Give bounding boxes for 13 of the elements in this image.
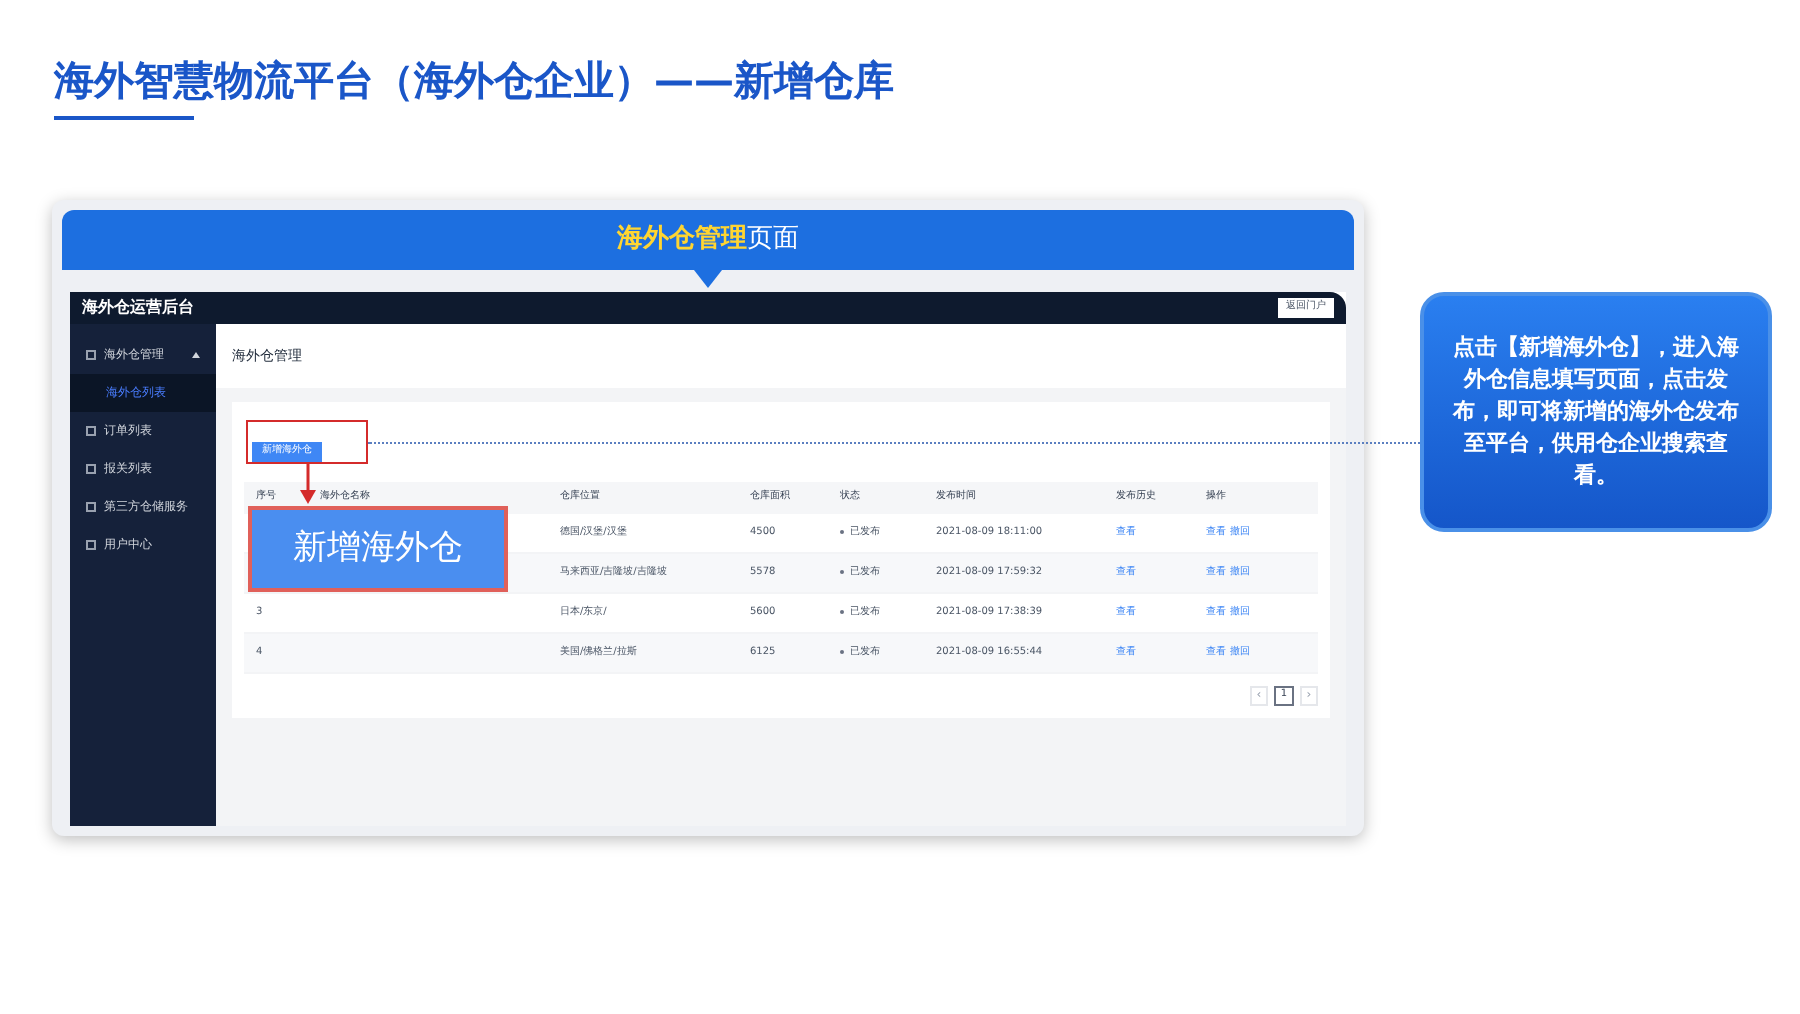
- highlight-frame: [246, 420, 368, 464]
- banner-highlight: 海外仓管理: [617, 222, 747, 259]
- callout-box: 点击【新增海外仓】，进入海外仓信息填写页面，点击发布，即可将新增的海外仓发布至平台，供用仓企业搜索查看。: [1420, 292, 1772, 532]
- arrow-icon: [300, 464, 316, 504]
- list-icon: [86, 464, 96, 474]
- list-icon: [86, 540, 96, 550]
- list-icon: [86, 426, 96, 436]
- caret-icon: [192, 352, 200, 358]
- list-icon: [86, 502, 96, 512]
- banner-text: 页面: [747, 222, 799, 259]
- list-icon: [86, 350, 96, 360]
- slide-title: 海外智慧物流平台（海外仓企业）——新增仓库: [54, 54, 896, 108]
- brand-name: 海外仓运营后台: [82, 296, 194, 320]
